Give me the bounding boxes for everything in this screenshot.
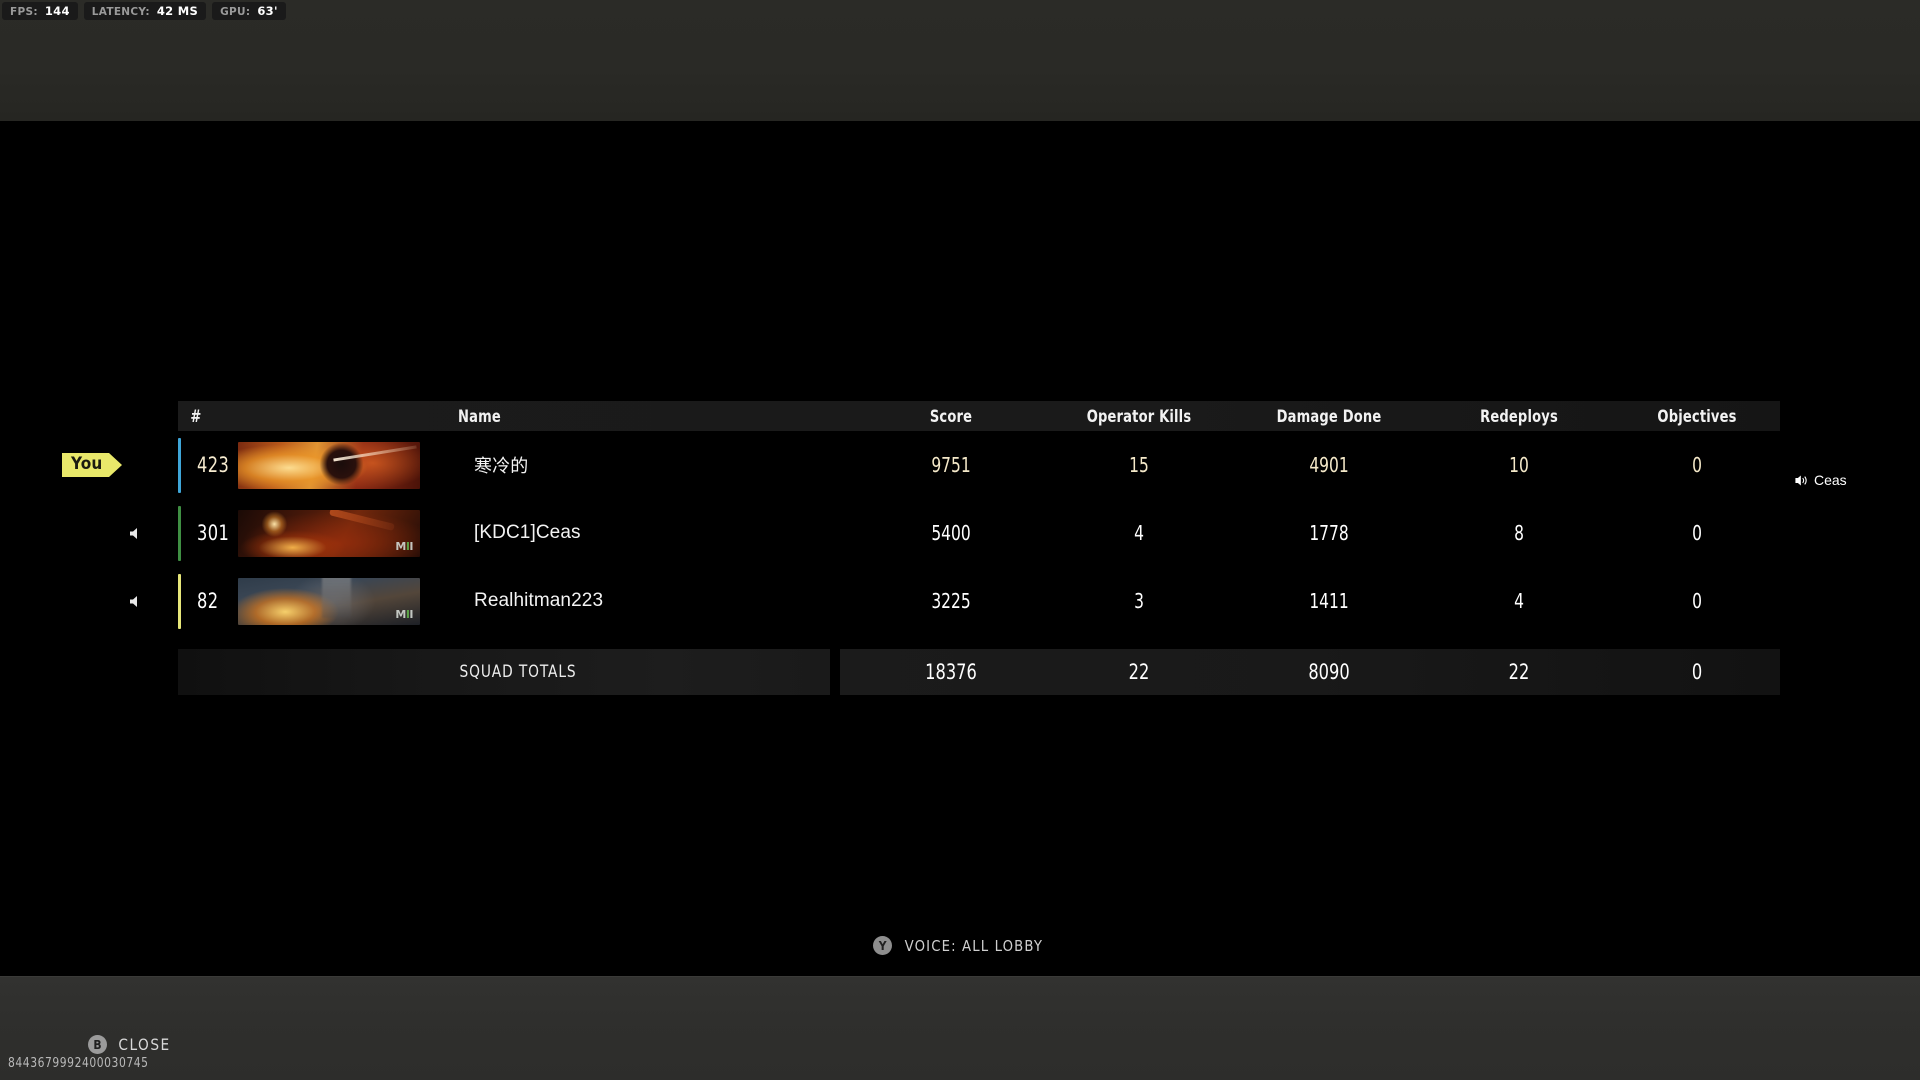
team-accent-bar: [178, 505, 181, 561]
voice-chat-indicator: Ceas: [1795, 472, 1847, 488]
redeploys-value: 4: [1514, 589, 1524, 613]
voice-prompt-label: VOICE: ALL LOBBY: [904, 936, 1044, 955]
speaker-icon[interactable]: [128, 593, 144, 609]
background-bottom-band: [0, 976, 1920, 1080]
gpu-chip: GPU: 63': [212, 2, 286, 20]
y-button-icon: Y: [873, 936, 893, 955]
performance-hud: FPS: 144 LATENCY: 42 MS GPU: 63': [2, 2, 286, 20]
rank-cell: 301: [129, 499, 238, 567]
squad-totals-damage-done: 8090: [1308, 660, 1350, 684]
calling-card-image: [238, 441, 420, 489]
rank-value: 301: [197, 521, 230, 545]
you-badge: You: [62, 453, 122, 477]
damage-done-value: 4901: [1309, 453, 1349, 477]
emblem-cell: MII: [238, 577, 458, 625]
close-button-label: CLOSE: [118, 1035, 171, 1054]
background-top-band: [0, 0, 1920, 121]
speaker-waves-icon: [1795, 475, 1807, 485]
header-redeploys: Redeploys: [1480, 406, 1558, 426]
objectives-value: 0: [1692, 521, 1702, 545]
redeploys-value: 8: [1514, 521, 1524, 545]
rank-value: 423: [197, 453, 230, 477]
latency-label: LATENCY:: [91, 6, 150, 18]
header-rank: #: [190, 406, 202, 426]
mwii-logo: MII: [395, 607, 413, 621]
mwii-logo: MII: [395, 539, 413, 553]
header-name: Name: [458, 406, 501, 426]
calling-card-image: MII: [238, 509, 420, 557]
redeploys-value: 10: [1509, 453, 1529, 477]
rank-value: 82: [197, 589, 219, 613]
bottom-divider-line: [0, 976, 1920, 977]
gpu-value: 63': [257, 4, 278, 18]
speaker-icon-glyph: [129, 527, 137, 539]
table-row[interactable]: You 423 寒冷的 9751 15 4901 10 0: [62, 431, 1780, 499]
fps-value: 144: [44, 4, 70, 18]
calling-card-plane: [329, 509, 395, 531]
player-name[interactable]: [KDC1]Ceas: [458, 522, 858, 544]
operator-kills-value: 15: [1129, 453, 1149, 477]
voice-chat-speaker-name: Ceas: [1814, 472, 1847, 488]
squad-totals-redeploys: 22: [1508, 660, 1530, 684]
close-button[interactable]: B CLOSE: [88, 1035, 172, 1054]
table-row[interactable]: 301 MII [KDC1]Ceas 5400 4 1778 8 0: [129, 499, 1780, 567]
squad-totals-label: SQUAD TOTALS: [459, 662, 577, 682]
score-value: 5400: [931, 521, 971, 545]
calling-card-tower: [321, 577, 351, 618]
damage-done-value: 1778: [1309, 521, 1349, 545]
voice-prompt[interactable]: Y VOICE: ALL LOBBY: [0, 936, 1920, 955]
match-id: 8443679992400030745: [8, 1056, 149, 1071]
game-scoreboard-screen: FPS: 144 LATENCY: 42 MS GPU: 63' # Name …: [0, 0, 1920, 1080]
rank-cell: 82: [129, 567, 238, 635]
fps-chip: FPS: 144: [2, 2, 78, 20]
damage-done-value: 1411: [1309, 589, 1349, 613]
latency-value: 42 MS: [156, 4, 199, 18]
squad-totals-row: SQUAD TOTALS 18376 22 8090 22 0: [178, 649, 1780, 695]
gpu-label: GPU:: [220, 6, 251, 18]
speaker-icon[interactable]: [128, 525, 144, 541]
player-name[interactable]: 寒冷的: [458, 452, 858, 478]
you-badge-label: You: [62, 453, 109, 477]
operator-kills-value: 4: [1134, 521, 1144, 545]
scoreboard-header-row: # Name Score Operator Kills Damage Done …: [178, 401, 1780, 431]
squad-totals-operator-kills: 22: [1128, 660, 1150, 684]
rank-cell: You 423: [62, 431, 238, 499]
latency-chip: LATENCY: 42 MS: [83, 2, 207, 20]
fps-label: FPS:: [10, 6, 38, 18]
score-value: 3225: [931, 589, 971, 613]
squad-totals-objectives: 0: [1691, 660, 1703, 684]
score-value: 9751: [931, 453, 971, 477]
header-damage-done: Damage Done: [1276, 406, 1382, 426]
operator-kills-value: 3: [1134, 589, 1144, 613]
objectives-value: 0: [1692, 453, 1702, 477]
b-button-icon: B: [88, 1035, 107, 1054]
calling-card-blade: [332, 445, 417, 462]
team-accent-bar: [178, 437, 181, 493]
emblem-cell: MII: [238, 509, 458, 557]
team-accent-bar: [178, 573, 181, 629]
squad-totals-score: 18376: [925, 660, 977, 684]
scoreboard-table: # Name Score Operator Kills Damage Done …: [62, 401, 1780, 695]
emblem-cell: [238, 441, 458, 489]
speaker-icon-glyph: [129, 595, 137, 607]
header-score: Score: [929, 406, 973, 426]
table-row[interactable]: 82 MII Realhitman223 3225 3 1411 4 0: [129, 567, 1780, 635]
player-name[interactable]: Realhitman223: [458, 590, 858, 612]
calling-card-image: MII: [238, 577, 420, 625]
you-badge-arrow: [108, 453, 122, 477]
header-operator-kills: Operator Kills: [1086, 406, 1192, 426]
header-objectives: Objectives: [1657, 406, 1737, 426]
objectives-value: 0: [1692, 589, 1702, 613]
